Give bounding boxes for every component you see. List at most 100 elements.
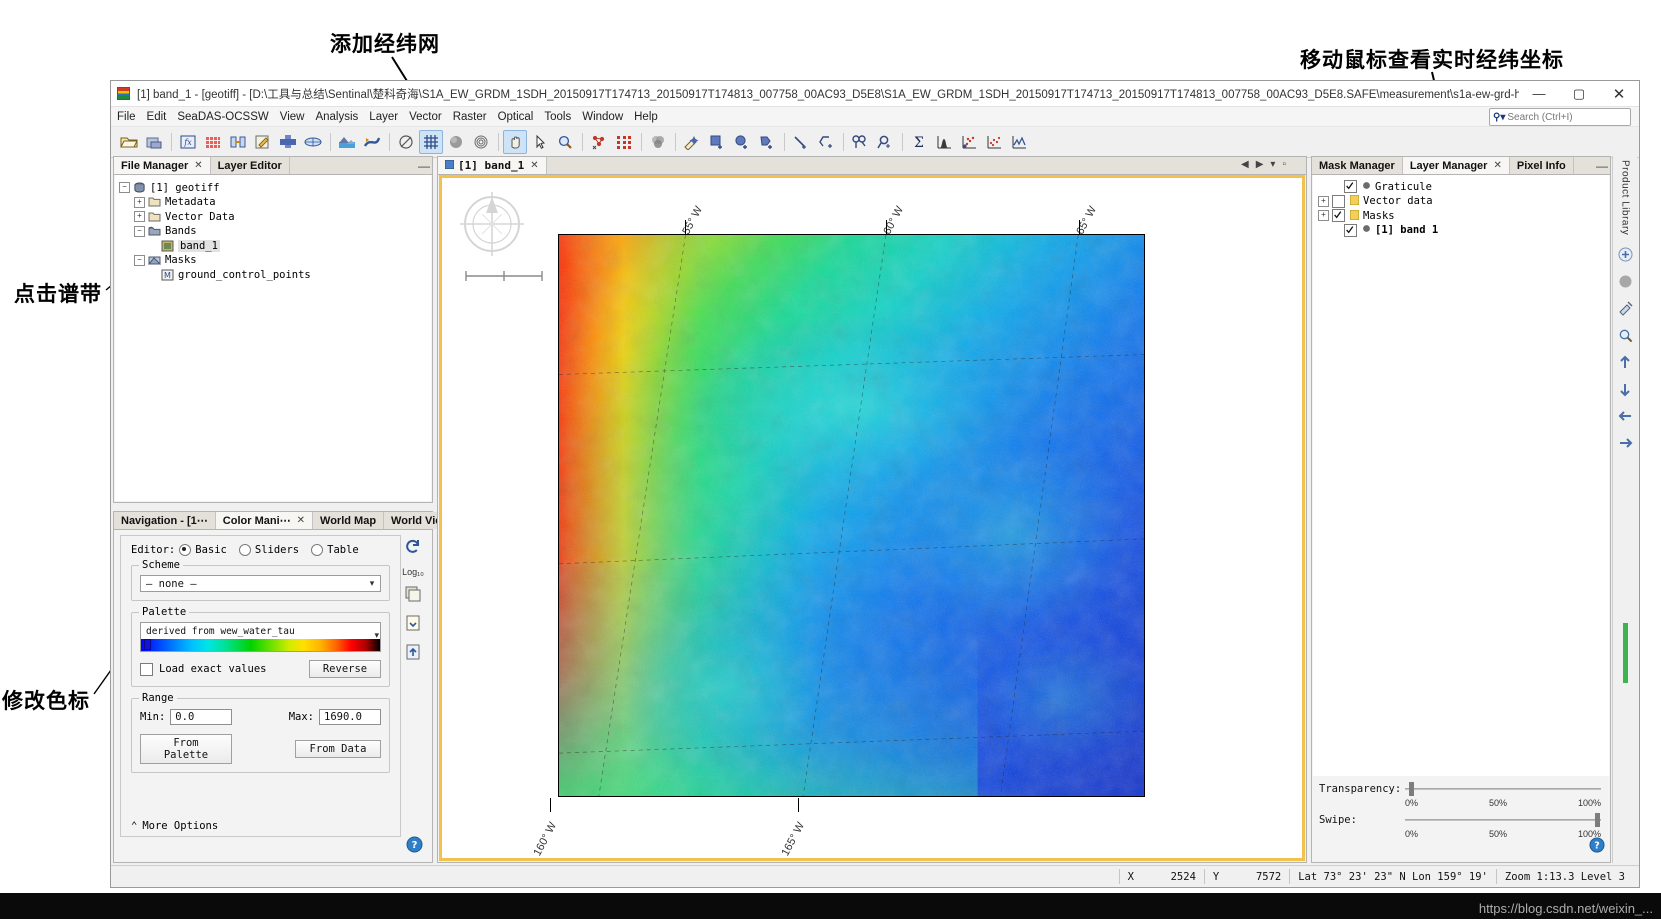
colour-table-icon[interactable] — [201, 130, 225, 154]
menu-optical[interactable]: Optical — [498, 111, 534, 123]
minimize-panel-icon[interactable]: — — [1594, 157, 1610, 174]
product-library-label[interactable]: Product Library — [1620, 160, 1631, 235]
close-icon[interactable]: ✕ — [530, 160, 538, 171]
expander-icon[interactable]: + — [1318, 210, 1329, 221]
menu-analysis[interactable]: Analysis — [315, 111, 358, 123]
menu-layer[interactable]: Layer — [369, 111, 398, 123]
flip-icon[interactable] — [360, 130, 384, 154]
zoom-to-layer-icon[interactable] — [1616, 326, 1634, 344]
reprojection-icon[interactable] — [301, 130, 325, 154]
help-icon[interactable]: ? — [406, 836, 423, 858]
move-down-icon[interactable] — [1616, 380, 1634, 398]
menu-help[interactable]: Help — [634, 111, 658, 123]
maximize-button[interactable]: ▢ — [1559, 82, 1599, 106]
subset-icon[interactable] — [276, 130, 300, 154]
rectangle-draw-icon[interactable] — [705, 130, 729, 154]
zoom-icon[interactable] — [553, 130, 577, 154]
statistics-icon[interactable]: Σ — [907, 130, 931, 154]
from-palette-button[interactable]: From Palette — [140, 734, 232, 764]
tab-navigation[interactable]: Navigation - [1⋯ — [114, 512, 216, 529]
layer-row-graticule[interactable]: Graticule — [1318, 180, 1609, 193]
correlative-plot-icon[interactable] — [982, 130, 1006, 154]
tree-node-band1[interactable]: band_1 — [119, 239, 431, 252]
tree-node-gcp[interactable]: M ground_control_points — [119, 268, 431, 281]
tab-file-manager[interactable]: File Manager ✕ — [114, 157, 211, 174]
remove-layer-icon[interactable] — [1616, 272, 1634, 290]
help-icon[interactable]: ? — [1589, 837, 1605, 858]
close-button[interactable]: ✕ — [1599, 82, 1639, 106]
prev-view-icon[interactable]: ◀ — [1241, 159, 1249, 170]
expander-icon[interactable]: − — [134, 254, 145, 266]
profile-plot-icon[interactable] — [1007, 130, 1031, 154]
search-input[interactable]: ⚲▾ Search (Ctrl+I) — [1489, 108, 1631, 126]
layer-checkbox-graticule[interactable] — [1344, 180, 1357, 193]
layer-checkbox-band1[interactable] — [1344, 223, 1357, 237]
close-icon[interactable]: ✕ — [194, 160, 202, 171]
move-up-icon[interactable] — [1616, 353, 1634, 371]
layer-row-band1[interactable]: [1] band 1 — [1318, 223, 1609, 237]
tab-world-map[interactable]: World Map — [313, 512, 385, 529]
transparency-slider[interactable] — [1405, 782, 1601, 796]
reset-icon[interactable] — [402, 536, 424, 558]
menu-edit[interactable]: Edit — [147, 111, 167, 123]
tab-color-manipulation[interactable]: Color Mani⋯ ✕ — [215, 512, 314, 529]
menu-window[interactable]: Window — [582, 111, 623, 123]
move-right-icon[interactable] — [1616, 434, 1634, 452]
open-product-icon[interactable] — [117, 130, 141, 154]
band-select-icon[interactable] — [226, 130, 250, 154]
menu-raster[interactable]: Raster — [453, 111, 487, 123]
close-icon[interactable]: ✕ — [1493, 160, 1501, 171]
menu-file[interactable]: File — [117, 111, 136, 123]
menu-vector[interactable]: Vector — [409, 111, 442, 123]
more-options-toggle[interactable]: ⌃ More Options — [131, 820, 218, 832]
max-input[interactable]: 1690.0 — [319, 709, 381, 725]
minimize-button[interactable]: — — [1519, 82, 1559, 106]
edit-icon[interactable] — [251, 130, 275, 154]
layer-checkbox-vector-data[interactable] — [1332, 194, 1345, 208]
contour-icon[interactable] — [469, 130, 493, 154]
layer-tree[interactable]: Graticule + Vector data + Masks [1] band… — [1313, 175, 1609, 776]
save-product-icon[interactable] — [142, 130, 166, 154]
colour-blend-icon[interactable] — [646, 130, 670, 154]
palette-gradient-bar[interactable] — [140, 639, 381, 652]
scheme-select[interactable]: — none — ▾ — [140, 575, 381, 592]
chevron-down-icon[interactable]: ▾ — [374, 630, 379, 641]
select-icon[interactable] — [528, 130, 552, 154]
tree-node-vector-data[interactable]: + Vector Data — [119, 210, 431, 223]
land-water-icon[interactable] — [335, 130, 359, 154]
radio-sliders[interactable] — [238, 544, 251, 556]
layer-row-masks[interactable]: + Masks — [1318, 209, 1609, 222]
multi-apply-icon[interactable] — [402, 583, 424, 605]
gcp-manager-icon[interactable] — [873, 130, 897, 154]
greyscale-icon[interactable] — [444, 130, 468, 154]
export-palette-icon[interactable] — [402, 641, 424, 663]
line-draw-icon[interactable] — [789, 130, 813, 154]
from-data-button[interactable]: From Data — [295, 740, 381, 758]
pin-placing-icon[interactable] — [587, 130, 611, 154]
polyline-draw-icon[interactable] — [814, 130, 838, 154]
close-icon[interactable]: ✕ — [297, 515, 305, 526]
minimize-panel-icon[interactable]: — — [416, 157, 432, 174]
menu-seadas-ocssw[interactable]: SeaDAS-OCSSW — [177, 111, 268, 123]
chevron-down-icon[interactable]: ▾ — [364, 578, 380, 589]
palette-min-slider-handle[interactable] — [144, 639, 151, 650]
menu-view[interactable]: View — [280, 111, 305, 123]
no-data-icon[interactable] — [394, 130, 418, 154]
ellipse-draw-icon[interactable] — [730, 130, 754, 154]
tree-node-masks[interactable]: − Masks — [119, 254, 431, 267]
graticule-icon[interactable] — [419, 130, 443, 154]
tab-pixel-info[interactable]: Pixel Info — [1509, 157, 1574, 174]
image-canvas[interactable]: 155° W 160° W 165° W 160° W 165° W — [439, 175, 1305, 861]
product-tree[interactable]: − [1] geotiff + Metadata + Vector Data −… — [115, 175, 431, 501]
view-list-dropdown-icon[interactable]: ▾ — [1270, 159, 1275, 170]
radio-table[interactable] — [311, 544, 324, 556]
add-layer-icon[interactable] — [1616, 245, 1634, 263]
band-maths-icon[interactable]: fx — [176, 130, 200, 154]
polygon-draw-icon[interactable] — [755, 130, 779, 154]
tab-layer-manager[interactable]: Layer Manager ✕ — [1402, 157, 1510, 174]
histogram-icon[interactable] — [932, 130, 956, 154]
pin-manager-icon[interactable] — [848, 130, 872, 154]
tree-node-bands[interactable]: − Bands — [119, 225, 431, 238]
layer-checkbox-masks[interactable] — [1332, 209, 1345, 222]
tab-mask-manager[interactable]: Mask Manager — [1312, 157, 1403, 174]
